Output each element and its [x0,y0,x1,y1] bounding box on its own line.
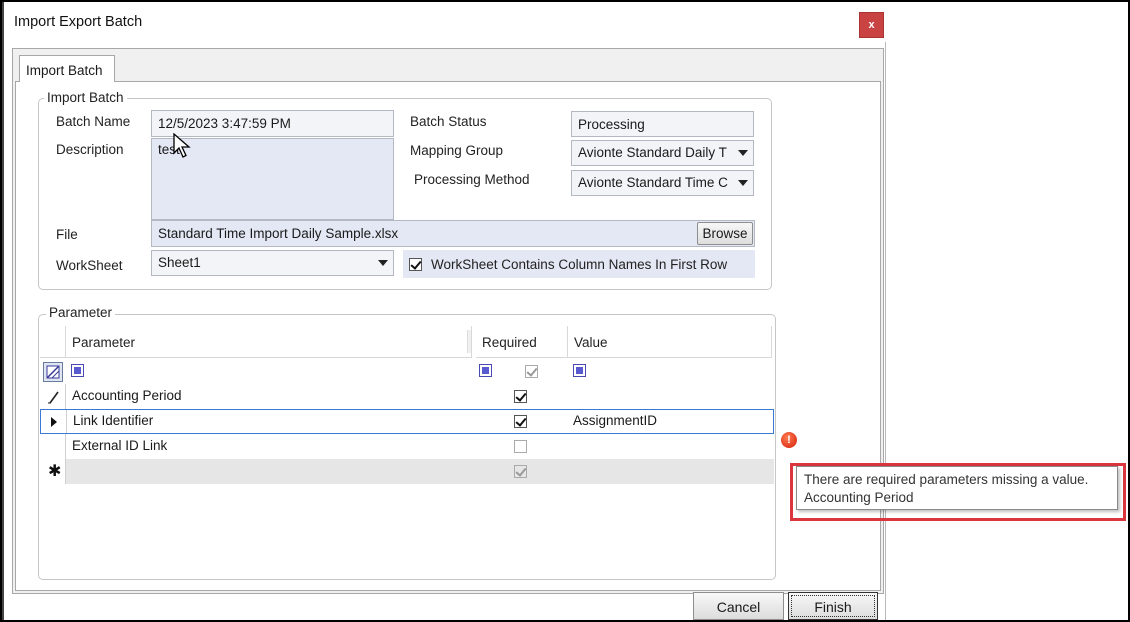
validation-tooltip: There are required parameters missing a … [796,466,1118,510]
error-icon[interactable]: ! [781,432,797,448]
chevron-down-icon [378,260,388,266]
tooltip-missing-parameter: Accounting Period [804,490,914,505]
file-path-input[interactable]: Standard Time Import Daily Sample.xlsx [151,220,755,247]
parameter-value-cell[interactable] [566,434,772,459]
row-indicator [41,410,67,433]
column-header-label: Required [482,335,537,350]
chevron-down-icon [738,180,748,186]
tab-import-batch[interactable]: Import Batch [19,55,115,82]
finish-button[interactable]: Finish [788,592,878,620]
worksheet-label: WorkSheet [56,258,123,273]
mouse-pointer-icon [173,133,191,158]
column-names-label: WorkSheet Contains Column Names In First… [431,257,728,272]
row-indicator [40,434,66,459]
table-row[interactable]: External ID Link [40,434,774,459]
batch-status-label: Batch Status [410,114,487,129]
title-bar: Import Export Batch x [4,4,886,42]
dialog-title: Import Export Batch [14,14,143,30]
processing-method-select[interactable]: Avionte Standard Time C [571,170,754,196]
parameter-name-cell[interactable]: Accounting Period [66,384,476,409]
import-batch-group-title: Import Batch [44,90,127,105]
worksheet-value: Sheet1 [158,255,201,270]
row-indicator-header [40,326,66,358]
file-label: File [56,227,78,242]
tooltip-message: There are required parameters missing a … [804,472,1089,487]
batch-name-label: Batch Name [56,114,131,129]
current-row-arrow-icon [51,417,57,427]
table-row-selected[interactable]: Link Identifier AssignmentID [40,409,774,434]
worksheet-select[interactable]: Sheet1 [151,250,394,276]
column-header-label: Parameter [72,335,136,350]
pencil-edit-icon [48,391,59,404]
browse-button[interactable]: Browse [697,222,753,245]
parameter-filter-icon[interactable] [71,364,84,377]
filter-editor-icon[interactable] [43,362,63,382]
filter-row [40,360,774,385]
parameter-grid: Parameter Required Value Accounting Peri… [40,326,776,486]
processing-method-label: Processing Method [414,172,530,187]
cancel-button[interactable]: Cancel [693,592,784,620]
required-checkbox[interactable] [514,440,527,453]
parameter-name-cell[interactable]: External ID Link [66,434,476,459]
new-row[interactable]: ✱ [40,459,774,484]
description-label: Description [56,142,124,157]
required-filter-checkbox[interactable] [525,365,538,378]
close-button[interactable]: x [859,12,884,38]
mapping-group-select[interactable]: Avionte Standard Daily T [571,140,754,166]
parameter-value-cell[interactable]: AssignmentID [567,409,773,434]
required-filter-icon[interactable] [479,364,492,377]
parameter-group-title: Parameter [46,305,116,320]
processing-method-value: Avionte Standard Time C [578,175,728,190]
column-header-label: Value [574,335,608,350]
column-header-required[interactable]: Required [476,326,568,358]
chevron-down-icon [738,150,748,156]
mapping-group-value: Avionte Standard Daily T [578,145,727,160]
column-header-value[interactable]: Value [568,326,772,358]
mapping-group-label: Mapping Group [410,143,504,158]
column-names-checkbox[interactable] [409,258,422,271]
row-indicator: ✱ [40,459,66,484]
asterisk-new-row-icon: ✱ [48,463,62,480]
filter-row-indicator [40,360,66,385]
required-checkbox[interactable] [514,415,527,428]
file-path-value: Standard Time Import Daily Sample.xlsx [158,226,399,241]
parameter-name-cell[interactable]: Link Identifier [67,409,477,434]
column-separator [467,330,471,353]
batch-status-input[interactable]: Processing [571,111,754,137]
required-checkbox[interactable] [514,465,527,478]
table-row[interactable]: Accounting Period [40,384,774,409]
column-header-parameter[interactable]: Parameter [66,326,472,358]
row-indicator [40,384,66,409]
parameter-value-cell[interactable] [566,384,772,409]
value-filter-icon[interactable] [573,364,586,377]
required-checkbox[interactable] [514,390,527,403]
